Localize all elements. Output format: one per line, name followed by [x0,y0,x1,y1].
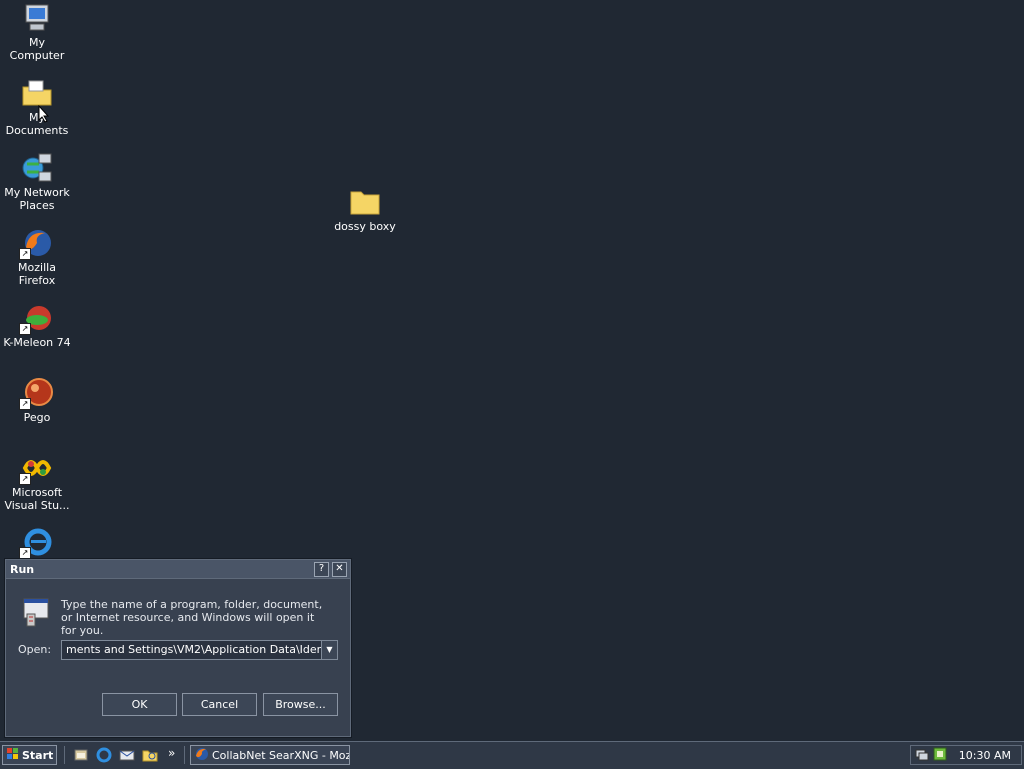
shortcut-arrow-icon: ↗ [19,473,31,485]
shortcut-arrow-icon: ↗ [19,323,31,335]
shortcut-arrow-icon: ↗ [19,398,31,410]
visual-studio-icon: ↗ [19,452,53,485]
mouse-cursor-icon [38,104,50,126]
desktop-icon-my-network-places[interactable]: My Network Places [0,152,74,212]
computer-icon [21,2,53,34]
network-connection-icon[interactable] [915,747,929,764]
run-program-icon [20,596,52,631]
system-tray: 10:30 AM [910,745,1022,765]
desktop-folder-label: dossy boxy [334,220,396,233]
taskbar: Start » CollabNet SearXNG - Mozil... 10:… [0,741,1024,769]
desktop-folder-dossy-boxy[interactable]: dossy boxy [328,186,402,233]
run-description: Type the name of a program, folder, docu… [61,598,323,637]
help-button[interactable]: ? [314,561,329,577]
dropdown-arrow-icon[interactable]: ▼ [321,641,337,659]
open-input[interactable]: ments and Settings\VM2\Application Data\… [62,641,321,659]
kmeleon-icon: ↗ [19,302,53,335]
ok-button[interactable]: OK [102,693,177,716]
start-button[interactable]: Start [2,745,57,765]
desktop-icon-label: My Network Places [4,186,70,212]
open-combobox[interactable]: ments and Settings\VM2\Application Data\… [61,640,338,660]
desktop-icon-visual-studio[interactable]: ↗ Microsoft Visual Stu... [0,452,74,512]
desktop-icon-label: My Documents [5,111,69,137]
desktop-icon-label: Mozilla Firefox [18,261,56,287]
taskbar-button-label: CollabNet SearXNG - Mozil... [212,748,349,762]
desktop-icon-my-computer[interactable]: My Computer [0,2,74,62]
firefox-icon [195,747,209,764]
desktop-icon-label: Pego [23,411,51,424]
desktop-icon-label: Microsoft Visual Stu... [4,486,70,512]
windows-logo-icon [7,747,19,763]
clock[interactable]: 10:30 AM [959,749,1011,762]
desktop-icon-k-meleon[interactable]: ↗ K-Meleon 74 [0,302,74,349]
network-places-icon [21,152,53,184]
pego-icon: ↗ [19,377,53,410]
run-dialog: Run ? ✕ Type the name of a program, fold… [5,559,351,737]
windows-explorer-icon[interactable] [142,747,158,763]
quicklaunch-overflow-chevron[interactable]: » [168,746,175,760]
close-button[interactable]: ✕ [332,561,347,577]
desktop-icon-mozilla-firefox[interactable]: ↗ Mozilla Firefox [0,227,74,287]
internet-explorer-icon: ↗ [19,526,53,559]
desktop-icon-pego[interactable]: ↗ Pego [0,377,74,424]
browse-button[interactable]: Browse... [263,693,338,716]
internet-explorer-quicklaunch-icon[interactable] [96,747,112,763]
tray-app-icon[interactable] [933,747,947,764]
start-label: Start [22,748,54,762]
show-desktop-icon[interactable] [73,747,89,763]
desktop-icon-label: My Computer [9,36,65,62]
desktop-icon-internet-explorer[interactable]: ↗ [0,526,74,560]
dialog-title: Run [10,562,35,576]
taskbar-separator [184,746,187,764]
shortcut-arrow-icon: ↗ [19,547,31,559]
desktop-icon-my-documents[interactable]: My Documents [0,77,74,137]
taskbar-button-firefox[interactable]: CollabNet SearXNG - Mozil... [190,745,350,765]
firefox-icon: ↗ [19,227,53,260]
run-dialog-titlebar[interactable]: Run ? ✕ [6,560,350,579]
open-label: Open: [18,643,52,656]
outlook-express-icon[interactable] [119,747,135,763]
taskbar-separator [64,746,67,764]
desktop-icon-label: K-Meleon 74 [3,336,71,349]
folder-icon [349,186,381,218]
cancel-button[interactable]: Cancel [182,693,257,716]
shortcut-arrow-icon: ↗ [19,248,31,260]
